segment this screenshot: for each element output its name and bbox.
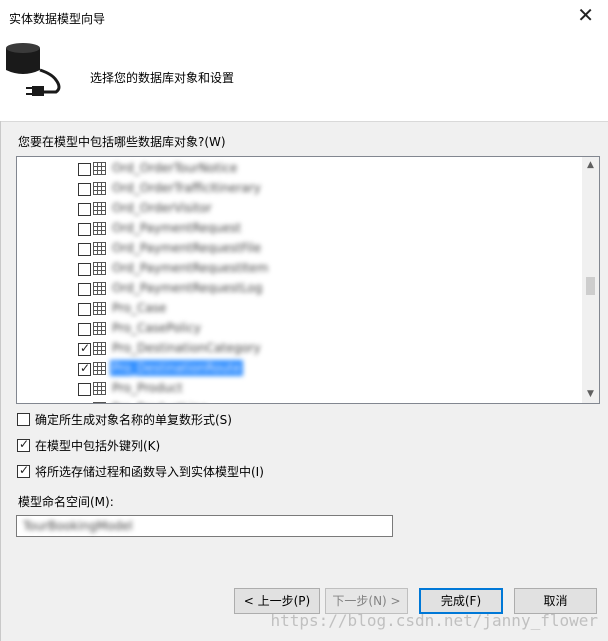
object-checkbox[interactable] [78,163,91,176]
table-icon [93,282,106,295]
object-checkbox[interactable] [78,243,91,256]
table-icon [93,222,106,235]
object-row[interactable]: Ord_PaymentRequestFile [17,238,582,258]
object-name: Pro_DestinationCategory [112,341,261,355]
scroll-up-icon[interactable]: ▲ [582,157,599,174]
object-row[interactable]: Ord_PaymentRequestItem [17,258,582,278]
window-border [0,121,1,641]
vertical-scrollbar[interactable]: ▲ ▼ [582,157,599,403]
foreign-keys-check-mark: ✓ [19,437,30,451]
object-checkbox[interactable]: ✓ [78,341,91,356]
title-bar: 实体数据模型向导 ✕ [0,0,608,33]
check-mark-icon: ✓ [80,361,91,375]
table-icon [93,262,106,275]
namespace-value: TourBookingModel [23,519,133,533]
table-icon [93,302,106,315]
import-procedures-check-mark: ✓ [19,463,30,477]
object-row[interactable]: ✓ Pro_DestinationRoute [17,358,582,378]
object-row[interactable]: Ord_OrderVisitor [17,198,582,218]
database-objects-tree[interactable]: Ord_OrderTourNotice Ord_OrderTrafficItine… [16,156,600,404]
table-icon [93,402,106,403]
object-row[interactable]: Pro_Product [17,378,582,398]
objects-rows: Ord_OrderTourNotice Ord_OrderTrafficItine… [17,157,582,403]
object-name: Ord_PaymentRequestFile [112,241,262,255]
object-checkbox[interactable] [78,283,91,296]
object-name: Ord_OrderTourNotice [112,161,238,175]
namespace-input[interactable]: TourBookingModel [16,515,393,537]
watermark-text: https://blog.csdn.net/janny_flower [270,611,598,630]
object-row[interactable]: Pro_Case [17,298,582,318]
foreign-keys-checkbox[interactable]: ✓ [17,437,30,452]
table-icon [93,382,106,395]
objects-prompt: 您要在模型中包括哪些数据库对象?(W) [18,135,226,149]
object-row[interactable]: Pro_ProductLine [17,398,582,403]
object-name: Pro_DestinationRoute [110,360,243,376]
table-icon [93,362,106,375]
table-icon [93,242,106,255]
wizard-subtitle: 选择您的数据库对象和设置 [90,71,235,85]
import-procedures-checkbox[interactable]: ✓ [17,463,30,478]
table-icon [93,322,106,335]
close-icon[interactable]: ✕ [577,3,594,27]
scroll-down-icon[interactable]: ▼ [582,386,599,403]
table-icon [93,342,106,355]
table-icon [93,182,106,195]
object-row[interactable]: ✓ Pro_DestinationCategory [17,338,582,358]
object-name: Ord_OrderVisitor [112,201,212,215]
object-checkbox[interactable] [78,263,91,276]
foreign-keys-label: 在模型中包括外键列(K) [35,439,161,453]
import-procedures-label: 将所选存储过程和函数导入到实体模型中(I) [35,465,264,479]
table-icon [93,202,106,215]
object-checkbox[interactable] [78,203,91,216]
object-checkbox[interactable] [78,323,91,336]
object-name: Pro_ProductLine [112,400,208,403]
object-row[interactable]: Ord_PaymentRequestLog [17,278,582,298]
pluralize-label: 确定所生成对象名称的单复数形式(S) [35,413,232,427]
object-name: Ord_PaymentRequestLog [112,281,263,295]
object-row[interactable]: Pro_CasePolicy [17,318,582,338]
table-icon [93,162,106,175]
namespace-label: 模型命名空间(M): [18,495,114,509]
pluralize-checkbox[interactable] [17,413,30,426]
database-connect-icon [6,43,61,96]
object-name: Pro_Case [112,301,167,315]
object-checkbox[interactable] [78,383,91,396]
check-mark-icon: ✓ [80,341,91,355]
window-title: 实体数据模型向导 [9,12,106,26]
object-name: Pro_CasePolicy [112,321,201,335]
object-checkbox[interactable] [78,223,91,236]
wizard-header: 选择您的数据库对象和设置 [0,33,608,122]
scroll-thumb[interactable] [586,277,595,295]
object-name: Ord_PaymentRequestItem [112,261,269,275]
object-name: Ord_OrderTrafficItinerary [112,181,261,195]
object-row[interactable]: Ord_PaymentRequest [17,218,582,238]
object-name: Pro_Product [112,381,183,395]
object-row[interactable]: Ord_OrderTrafficItinerary [17,178,582,198]
object-row[interactable]: Ord_OrderTourNotice [17,158,582,178]
object-checkbox[interactable] [78,303,91,316]
object-name: Ord_PaymentRequest [112,221,242,235]
object-checkbox[interactable] [78,183,91,196]
object-checkbox[interactable]: ✓ [78,361,91,376]
